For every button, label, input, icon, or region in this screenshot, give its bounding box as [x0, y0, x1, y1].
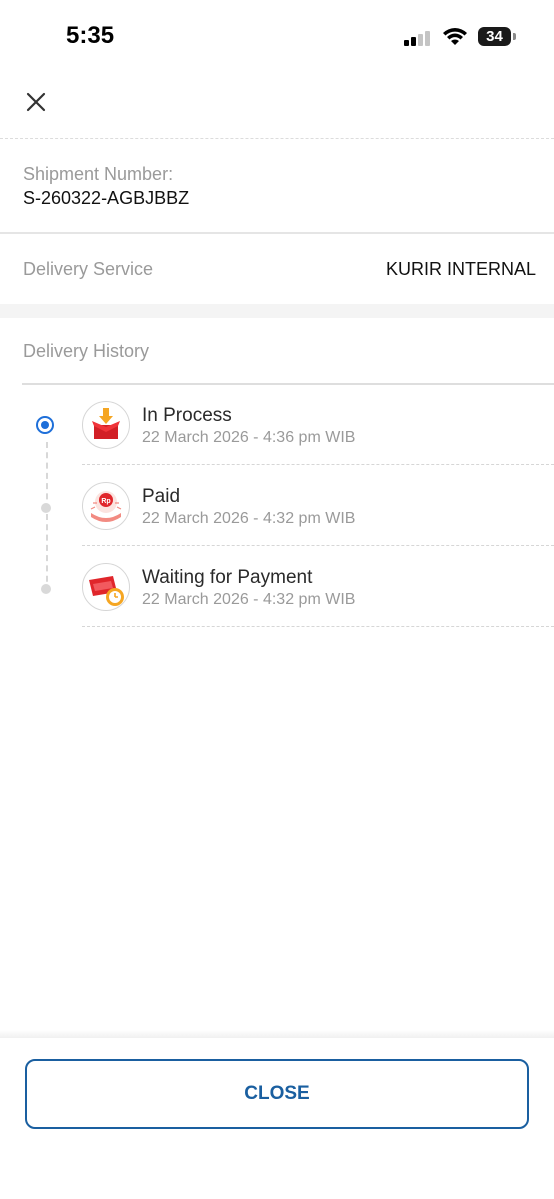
history-item-time: 22 March 2026 - 4:32 pm WIB	[142, 591, 356, 608]
delivery-history-label: Delivery History	[23, 341, 150, 361]
timeline-dot	[41, 584, 51, 594]
timeline-dot	[41, 503, 51, 513]
history-item-divider	[82, 545, 554, 546]
close-icon[interactable]	[22, 88, 50, 116]
history-item-divider	[82, 626, 554, 627]
history-item-time: 22 March 2026 - 4:32 pm WIB	[142, 510, 356, 527]
timeline-dot-active	[36, 416, 54, 434]
section-gap	[0, 304, 554, 318]
status-bar: 5:35 34	[0, 0, 554, 70]
shipment-number-label: Shipment Number:	[23, 164, 174, 184]
battery-cap	[513, 33, 516, 40]
battery-icon: 34	[478, 27, 511, 46]
history-item-divider	[82, 464, 554, 465]
close-button[interactable]: CLOSE	[25, 1059, 529, 1129]
cellular-signal-icon	[404, 30, 434, 46]
history-item-title: Paid	[142, 486, 181, 507]
delivery-service-value: KURIR INTERNAL	[385, 259, 536, 279]
timeline-rail	[46, 442, 48, 592]
status-time: 5:35	[66, 22, 115, 49]
box-arrow-icon	[82, 401, 130, 449]
footer-shadow	[0, 1030, 554, 1038]
history-item-title: Waiting for Payment	[142, 567, 313, 588]
svg-text:Rp: Rp	[101, 498, 110, 505]
header-divider	[0, 138, 554, 139]
delivery-service-label: Delivery Service	[23, 259, 154, 279]
history-item-title: In Process	[142, 405, 232, 426]
shipment-number-value: S-260322-AGBJBBZ	[23, 188, 190, 208]
history-item-time: 22 March 2026 - 4:36 pm WIB	[142, 429, 356, 446]
waiting-payment-clock-icon	[82, 563, 130, 611]
shipment-divider	[0, 232, 554, 234]
wifi-icon	[443, 28, 467, 45]
history-divider	[22, 383, 554, 385]
paid-coin-hand-icon: Rp	[82, 482, 130, 530]
